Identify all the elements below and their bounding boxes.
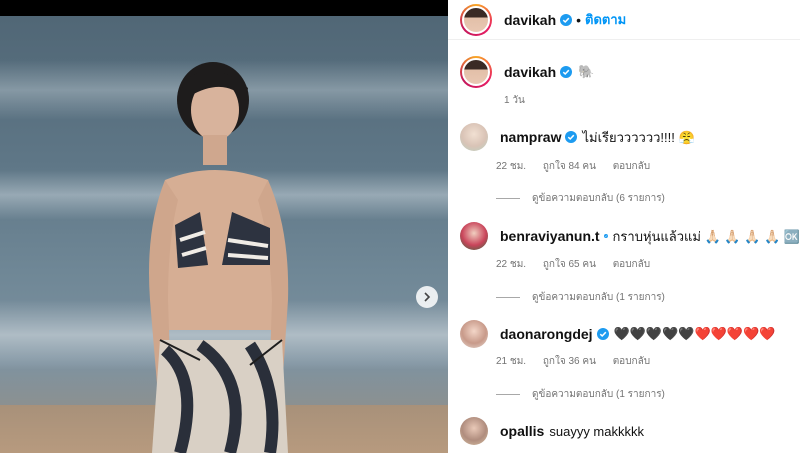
verified-badge-icon bbox=[560, 13, 573, 26]
avatar[interactable] bbox=[460, 222, 488, 250]
verified-badge-icon bbox=[596, 328, 609, 340]
comment-username[interactable]: daonarongdej bbox=[500, 326, 593, 342]
reply-button[interactable]: ตอบกลับ bbox=[613, 356, 650, 367]
view-replies-button[interactable]: ดูข้อความตอบกลับ (1 รายการ) bbox=[496, 290, 665, 305]
post-side-panel: davikah • ติดตาม davikah 🐘 1 วัน nampraw… bbox=[448, 0, 800, 453]
verified-badge-icon bbox=[603, 234, 608, 238]
verified-badge-icon bbox=[560, 66, 573, 78]
comment-meta: 22 ชม. ถูกใจ 65 คน ตอบกลับ bbox=[496, 257, 664, 272]
post-timestamp[interactable]: 1 วัน bbox=[504, 93, 525, 108]
chevron-right-icon bbox=[424, 292, 431, 302]
comment-time[interactable]: 22 ชม. bbox=[496, 259, 526, 270]
comment-text: กราบหุ่นแล้วแม่ 🙏🏻 🙏🏻 🙏🏻 🙏🏻 🆗 bbox=[612, 228, 800, 244]
comment-meta: 21 ชม. ถูกใจ 36 คน ตอบกลับ bbox=[496, 354, 664, 369]
separator-dot: • bbox=[576, 11, 582, 28]
avatar[interactable] bbox=[460, 320, 488, 348]
comment-username[interactable]: opallis bbox=[500, 423, 544, 439]
view-replies-button[interactable]: ดูข้อความตอบกลับ (1 รายการ) bbox=[496, 387, 665, 402]
comment-item: nampraw ไม่เรียวววววว!!!! 😤 bbox=[460, 123, 800, 151]
avatar[interactable] bbox=[460, 417, 488, 445]
avatar[interactable] bbox=[460, 123, 488, 151]
caption-username[interactable]: davikah bbox=[504, 64, 556, 80]
comment-text: 🖤🖤🖤🖤🖤❤️❤️❤️❤️❤️ bbox=[613, 326, 776, 341]
caption-text: 🐘 bbox=[578, 64, 595, 79]
follow-button[interactable]: ติดตาม bbox=[585, 9, 626, 30]
next-image-button[interactable] bbox=[416, 286, 438, 308]
comment-likes[interactable]: ถูกใจ 36 คน bbox=[543, 356, 596, 367]
view-replies-label: ดูข้อความตอบกลับ (6 รายการ) bbox=[532, 193, 665, 204]
comment-text: suayyy makkkkk bbox=[549, 423, 644, 439]
model-figure bbox=[149, 62, 289, 453]
post-image bbox=[0, 0, 448, 453]
reply-button[interactable]: ตอบกลับ bbox=[613, 161, 650, 172]
post-header: davikah • ติดตาม bbox=[448, 0, 800, 40]
view-replies-label: ดูข้อความตอบกลับ (1 รายการ) bbox=[532, 389, 665, 400]
comment-item: opallis suayyy makkkkk bbox=[460, 417, 800, 445]
comment-username[interactable]: benraviyanun.t bbox=[500, 228, 600, 244]
reply-button[interactable]: ตอบกลับ bbox=[613, 259, 650, 270]
comment-text: ไม่เรียวววววว!!!! 😤 bbox=[582, 129, 695, 145]
comment-time[interactable]: 21 ชม. bbox=[496, 356, 526, 367]
comment-username[interactable]: nampraw bbox=[500, 129, 561, 145]
comment-likes[interactable]: ถูกใจ 84 คน bbox=[543, 161, 596, 172]
avatar[interactable] bbox=[460, 56, 492, 88]
post-caption: davikah 🐘 bbox=[460, 56, 594, 88]
comment-item: daonarongdej 🖤🖤🖤🖤🖤❤️❤️❤️❤️❤️ bbox=[460, 320, 800, 348]
comment-item: benraviyanun.t กราบหุ่นแล้วแม่ 🙏🏻 🙏🏻 🙏🏻 … bbox=[460, 222, 800, 250]
verified-badge-icon bbox=[565, 131, 578, 143]
comment-meta: 22 ชม. ถูกใจ 84 คน ตอบกลับ bbox=[496, 159, 664, 174]
replies-divider bbox=[496, 297, 520, 298]
replies-divider bbox=[496, 394, 520, 395]
avatar[interactable] bbox=[460, 3, 492, 36]
instagram-post-viewer: davikah • ติดตาม davikah 🐘 1 วัน nampraw… bbox=[0, 0, 800, 453]
view-replies-button[interactable]: ดูข้อความตอบกลับ (6 รายการ) bbox=[496, 191, 665, 206]
view-replies-label: ดูข้อความตอบกลับ (1 รายการ) bbox=[532, 292, 665, 303]
author-username[interactable]: davikah bbox=[504, 12, 556, 28]
comment-time[interactable]: 22 ชม. bbox=[496, 161, 526, 172]
comment-likes[interactable]: ถูกใจ 65 คน bbox=[543, 259, 596, 270]
replies-divider bbox=[496, 198, 520, 199]
